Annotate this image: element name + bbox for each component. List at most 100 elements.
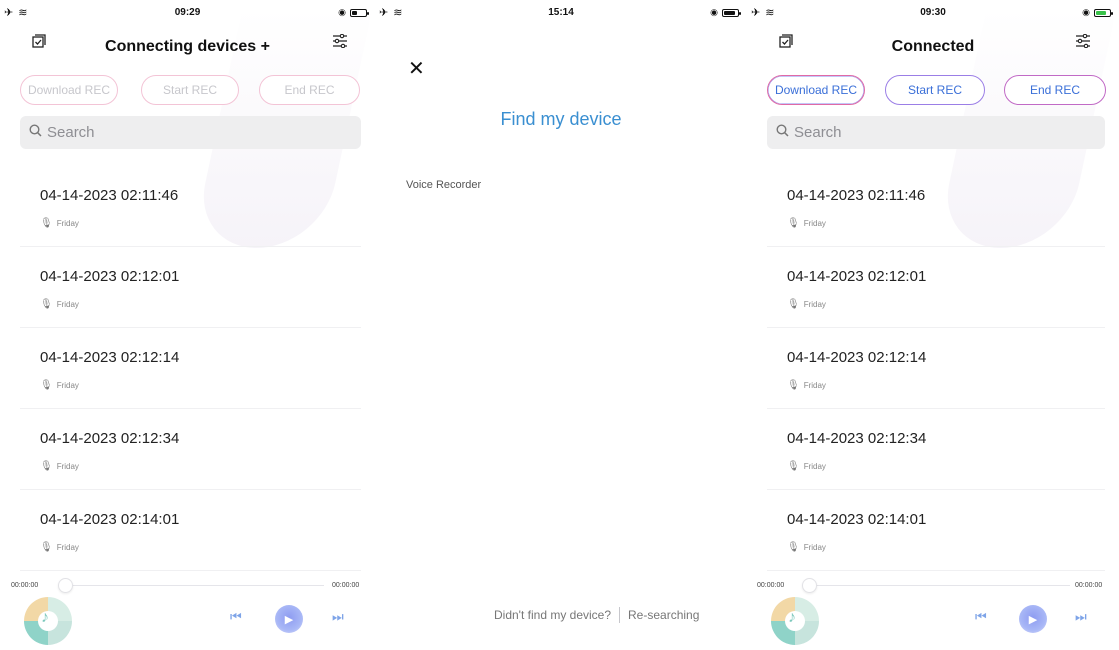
music-note-icon: ♪ — [41, 609, 49, 626]
list-item[interactable]: 04-14-2023 02:14:01 🎙︎ Friday — [20, 490, 361, 571]
filter-sliders-icon[interactable] — [332, 33, 348, 53]
microphone-icon: 🎙︎ — [40, 380, 53, 391]
status-right: ◉ — [1082, 7, 1113, 18]
progress-track[interactable] — [58, 585, 324, 586]
microphone-icon: 🎙︎ — [40, 299, 53, 310]
end-rec-button[interactable]: End REC — [259, 75, 360, 105]
find-device-title: Find my device — [500, 109, 622, 129]
play-icon[interactable]: ▶ — [1019, 605, 1047, 633]
list-item[interactable]: 04-14-2023 02:11:46 🎙︎ Friday — [20, 166, 361, 247]
list-item[interactable]: 04-14-2023 02:12:01 🎙︎ Friday — [20, 247, 361, 328]
day-label: Friday — [56, 381, 79, 390]
re-searching-button[interactable]: Re-searching — [628, 608, 699, 622]
recording-datetime: 04-14-2023 02:12:01 — [40, 268, 180, 285]
recording-day: 🎙︎ Friday — [40, 380, 79, 391]
status-time: 09:30 — [920, 7, 946, 18]
playback-progress: 00:00:00 00:00:00 — [0, 578, 375, 594]
status-bar: ✈ ≋ 09:30 ◉ — [747, 0, 1119, 22]
location-icon: ◉ — [338, 7, 346, 17]
player-bar: ♪ ⏮ ▶ ⏭ — [747, 597, 1119, 645]
recording-datetime: 04-14-2023 02:12:34 — [40, 430, 180, 447]
page-title[interactable]: Connected — [747, 38, 1119, 56]
list-item[interactable]: 04-14-2023 02:12:34 🎙︎ Friday — [767, 409, 1105, 490]
list-item[interactable]: 04-14-2023 02:14:01 🎙︎ Friday — [767, 490, 1105, 571]
recording-day: 🎙︎ Friday — [787, 218, 826, 229]
recording-day: 🎙︎ Friday — [40, 218, 79, 229]
status-bar: ✈ ≋ 09:29 ◉ — [0, 0, 375, 22]
list-item[interactable]: 04-14-2023 02:12:34 🎙︎ Friday — [20, 409, 361, 490]
header: Connecting devices + — [0, 26, 375, 66]
search-input[interactable]: Search — [20, 116, 361, 149]
recording-list: 04-14-2023 02:11:46 🎙︎ Friday 04-14-2023 … — [767, 166, 1105, 571]
rec-controls: Download REC Start REC End REC — [767, 75, 1106, 105]
recording-list: 04-14-2023 02:11:46 🎙︎ Friday 04-14-2023 … — [20, 166, 361, 571]
play-icon[interactable]: ▶ — [275, 605, 303, 633]
total-time: 00:00:00 — [1075, 582, 1103, 589]
music-note-icon: ♪ — [788, 609, 796, 626]
download-rec-button[interactable]: Download REC — [767, 75, 865, 105]
recording-datetime: 04-14-2023 02:14:01 — [787, 511, 927, 528]
screen-connected: ✈ ≋ 09:30 ◉ Connected Download REC Start… — [747, 0, 1119, 650]
start-rec-button[interactable]: Start REC — [885, 75, 985, 105]
page-title[interactable]: Connecting devices + — [0, 38, 375, 56]
recording-day: 🎙︎ Friday — [40, 542, 79, 553]
status-time: 09:29 — [174, 7, 201, 18]
start-rec-button[interactable]: Start REC — [141, 75, 239, 105]
filter-sliders-icon[interactable] — [1075, 33, 1091, 53]
status-bar: ✈ ≋ 15:14 ◉ — [375, 0, 747, 22]
progress-slider[interactable] — [802, 578, 817, 593]
album-art[interactable]: ♪ — [24, 597, 72, 645]
end-rec-button[interactable]: End REC — [1004, 75, 1106, 105]
battery-icon — [722, 8, 741, 17]
didnt-find-link[interactable]: Didn't find my device? — [494, 608, 611, 622]
microphone-icon: 🎙︎ — [787, 299, 800, 310]
progress-slider[interactable] — [58, 578, 73, 593]
next-track-icon[interactable]: ⏭ — [1075, 609, 1087, 625]
header: Connected — [747, 26, 1119, 66]
list-item[interactable]: 04-14-2023 02:11:46 🎙︎ Friday — [767, 166, 1105, 247]
search-placeholder: Search — [794, 124, 842, 141]
list-item[interactable]: 04-14-2023 02:12:14 🎙︎ Friday — [767, 328, 1105, 409]
search-icon — [29, 124, 42, 141]
device-voice-recorder[interactable]: Voice Recorder — [406, 179, 481, 191]
microphone-icon: 🎙︎ — [40, 461, 53, 472]
download-rec-button[interactable]: Download REC — [20, 75, 118, 105]
close-icon[interactable]: ✕ — [408, 56, 425, 81]
day-label: Friday — [56, 219, 79, 228]
battery-icon — [350, 8, 369, 17]
day-label: Friday — [56, 462, 79, 471]
progress-track[interactable] — [802, 585, 1070, 586]
recording-datetime: 04-14-2023 02:12:01 — [787, 268, 927, 285]
previous-track-icon[interactable]: ⏮ — [230, 609, 242, 625]
day-label: Friday — [803, 381, 826, 390]
next-track-icon[interactable]: ⏭ — [332, 609, 344, 625]
total-time: 00:00:00 — [332, 582, 360, 589]
location-icon: ◉ — [1082, 7, 1090, 17]
album-art[interactable]: ♪ — [771, 597, 819, 645]
rec-controls: Download REC Start REC End REC — [20, 75, 361, 105]
previous-track-icon[interactable]: ⏮ — [975, 609, 987, 625]
footer-links: Didn't find my device? Re-searching — [494, 607, 699, 623]
recording-day: 🎙︎ Friday — [787, 542, 826, 553]
recording-datetime: 04-14-2023 02:12:34 — [787, 430, 927, 447]
day-label: Friday — [803, 219, 826, 228]
elapsed-time: 00:00:00 — [11, 582, 39, 589]
day-label: Friday — [803, 300, 826, 309]
microphone-icon: 🎙︎ — [787, 542, 800, 553]
list-item[interactable]: 04-14-2023 02:12:14 🎙︎ Friday — [20, 328, 361, 409]
status-right: ◉ — [338, 7, 369, 18]
search-icon — [776, 124, 789, 141]
location-icon: ◉ — [710, 7, 718, 17]
recording-day: 🎙︎ Friday — [40, 299, 79, 310]
list-item[interactable]: 04-14-2023 02:12:01 🎙︎ Friday — [767, 247, 1105, 328]
recording-datetime: 04-14-2023 02:11:46 — [40, 187, 179, 204]
recording-day: 🎙︎ Friday — [40, 461, 79, 472]
screen-connecting: ✈ ≋ 09:29 ◉ Connecting devices + Downloa… — [0, 0, 375, 650]
recording-datetime: 04-14-2023 02:12:14 — [787, 349, 927, 366]
day-label: Friday — [56, 300, 79, 309]
day-label: Friday — [803, 543, 826, 552]
microphone-icon: 🎙︎ — [787, 461, 800, 472]
microphone-icon: 🎙︎ — [40, 218, 53, 229]
search-input[interactable]: Search — [767, 116, 1105, 149]
microphone-icon: 🎙︎ — [787, 380, 800, 391]
